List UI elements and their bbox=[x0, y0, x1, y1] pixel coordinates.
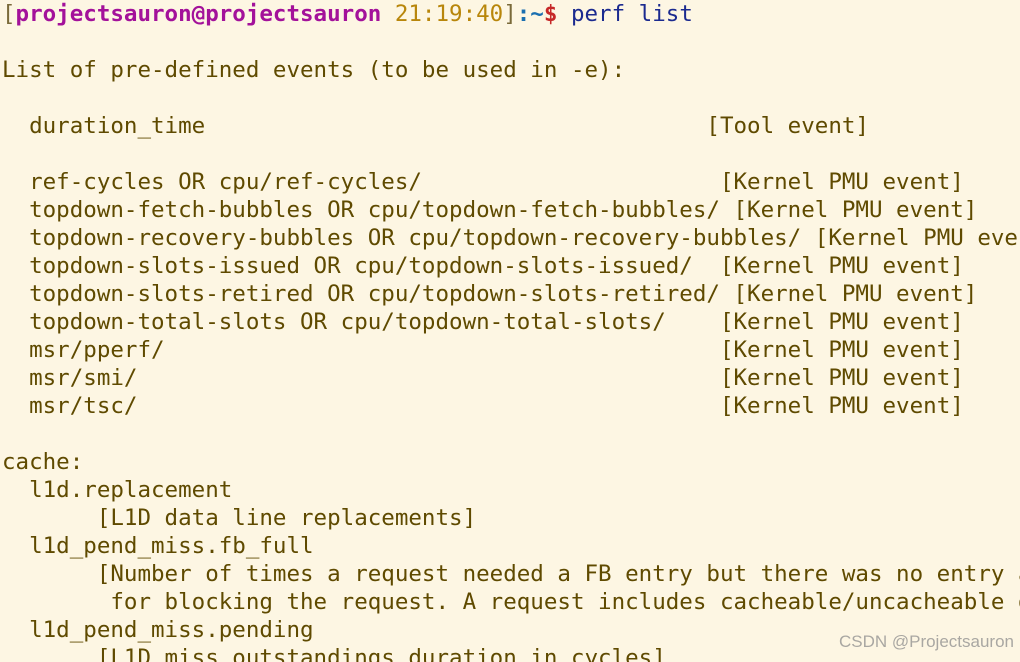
event-type: [Kernel PMU event] bbox=[719, 309, 964, 335]
event-type: [Tool event] bbox=[706, 113, 869, 139]
prompt-close-bracket: ] bbox=[503, 1, 517, 27]
event-name: msr/smi/ bbox=[2, 365, 720, 391]
cache-event-name: l1d_pend_miss.fb_full bbox=[2, 533, 314, 559]
cache-event-name: l1d.replacement bbox=[2, 477, 233, 503]
event-name: msr/pperf/ bbox=[2, 337, 720, 363]
event-name: topdown-slots-issued OR cpu/topdown-slot… bbox=[2, 253, 720, 279]
event-type: [Kernel PMU event] bbox=[733, 281, 978, 307]
cache-event-description: [L1D miss outstandings duration in cycle… bbox=[2, 645, 666, 662]
event-line: msr/pperf/ [Kernel PMU event] bbox=[2, 336, 964, 364]
event-type: [Kernel PMU event] bbox=[719, 337, 964, 363]
prompt-user-host: projectsauron@projectsauron bbox=[15, 1, 382, 27]
event-type: [Kernel PMU event] bbox=[719, 365, 964, 391]
event-line: msr/smi/ [Kernel PMU event] bbox=[2, 364, 964, 392]
prompt-time: 21:19:40 bbox=[394, 1, 504, 27]
cache-event-name: l1d_pend_miss.pending bbox=[2, 617, 314, 643]
event-name: duration_time bbox=[2, 113, 707, 139]
command-text: perf list bbox=[570, 1, 693, 27]
prompt-path: :~ bbox=[516, 1, 544, 27]
cache-event-description: [L1D data line replacements] bbox=[2, 505, 477, 531]
event-line: topdown-total-slots OR cpu/topdown-total… bbox=[2, 308, 964, 336]
event-name: topdown-fetch-bubbles OR cpu/topdown-fet… bbox=[2, 197, 734, 223]
watermark: CSDN @Projectsauron bbox=[838, 632, 1014, 651]
event-type: [Kernel PMU event] bbox=[733, 197, 978, 223]
event-name: topdown-recovery-bubbles OR cpu/topdown-… bbox=[2, 225, 815, 251]
event-line: duration_time [Tool event] bbox=[2, 112, 869, 140]
event-type: [Kernel PMU event] bbox=[814, 225, 1020, 251]
event-line: msr/tsc/ [Kernel PMU event] bbox=[2, 392, 964, 420]
event-line: topdown-recovery-bubbles OR cpu/topdown-… bbox=[2, 224, 1020, 252]
prompt-open-bracket: [ bbox=[2, 1, 16, 27]
event-line: topdown-slots-retired OR cpu/topdown-slo… bbox=[2, 280, 977, 308]
shell-prompt-line: [projectsauron@projectsauron 21:19:40]:~… bbox=[2, 0, 693, 28]
event-line: ref-cycles OR cpu/ref-cycles/ [Kernel PM… bbox=[2, 168, 964, 196]
prompt-dollar: $ bbox=[543, 1, 558, 27]
event-type: [Kernel PMU event] bbox=[719, 169, 964, 195]
event-line: topdown-fetch-bubbles OR cpu/topdown-fet… bbox=[2, 196, 977, 224]
output-header: List of pre-defined events (to be used i… bbox=[2, 57, 626, 83]
event-type: [Kernel PMU event] bbox=[719, 393, 964, 419]
cache-event-description: [Number of times a request needed a FB e… bbox=[96, 561, 1020, 587]
event-name: msr/tsc/ bbox=[2, 393, 720, 419]
cache-section-title: cache: bbox=[2, 449, 84, 475]
terminal-window[interactable]: [projectsauron@projectsauron 21:19:40]:~… bbox=[0, 0, 1020, 662]
event-name: topdown-slots-retired OR cpu/topdown-slo… bbox=[2, 281, 734, 307]
event-line: topdown-slots-issued OR cpu/topdown-slot… bbox=[2, 252, 964, 280]
cache-event-description: for blocking the request. A request incl… bbox=[2, 589, 1020, 615]
event-name: topdown-total-slots OR cpu/topdown-total… bbox=[2, 309, 720, 335]
event-name: ref-cycles OR cpu/ref-cycles/ bbox=[2, 169, 720, 195]
event-type: [Kernel PMU event] bbox=[719, 253, 964, 279]
